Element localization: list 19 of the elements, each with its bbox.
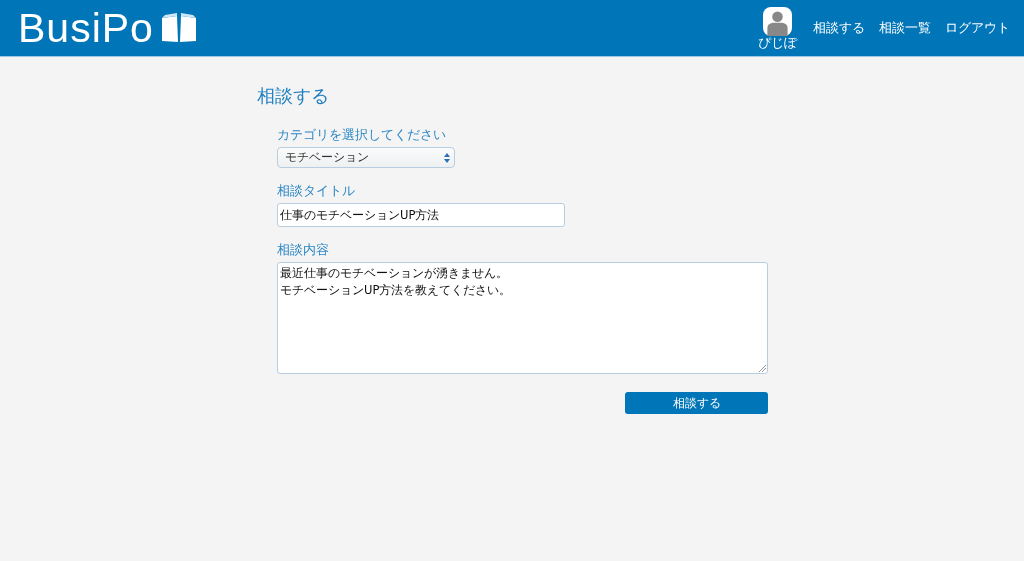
updown-arrow-icon [444, 152, 450, 163]
field-label: 相談タイトル [277, 182, 355, 200]
title-input[interactable]: 仕事のモチベーションUP方法 [277, 203, 565, 227]
content-textarea[interactable]: 最近仕事のモチベーションが湧きません。 モチベーションUP方法を教えてください。 [277, 262, 768, 374]
nav-link[interactable]: ログアウト [945, 19, 1010, 37]
field-label: 相談内容 [277, 241, 329, 259]
submit-button[interactable]: 相談する [625, 392, 768, 414]
avatar-icon[interactable] [763, 6, 792, 36]
nav-link[interactable]: 相談一覧 [879, 19, 931, 37]
text-line: モチベーションUP方法を教えてください。 [280, 282, 512, 299]
logo[interactable]: BusiPo [18, 7, 154, 49]
nav-link[interactable]: 相談する [813, 19, 865, 37]
page-title: 相談する [257, 84, 330, 108]
text-line: 最近仕事のモチベーションが湧きません。 [280, 265, 508, 282]
resize-grip-icon[interactable] [759, 365, 766, 372]
field-label: カテゴリを選択してください [277, 126, 446, 144]
category-select[interactable]: モチベーション [277, 147, 455, 168]
book-icon [159, 12, 198, 44]
user-name: ぴじぽ [758, 36, 797, 50]
